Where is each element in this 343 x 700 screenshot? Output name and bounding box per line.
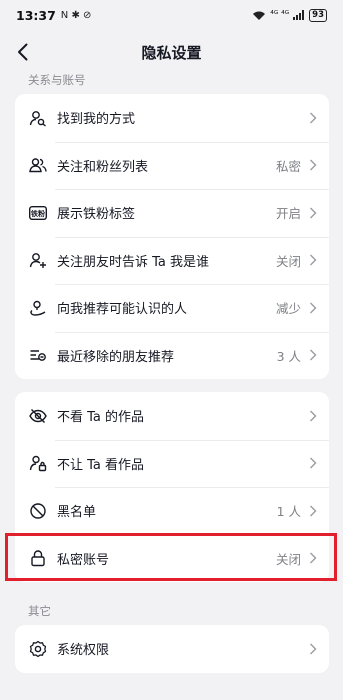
row-hide-their-works[interactable]: 不看 Ta 的作品 bbox=[15, 392, 329, 440]
person-search-icon bbox=[29, 109, 47, 127]
chevron-right-icon bbox=[310, 410, 317, 422]
row-label: 找到我的方式 bbox=[57, 112, 136, 128]
badge-text: 铁粉 bbox=[31, 209, 45, 218]
row-tell-who-i-am[interactable]: 关注朋友时告诉 Ta 我是谁 关闭 bbox=[15, 236, 329, 285]
row-private-account[interactable]: 私密账号 关闭 bbox=[15, 534, 329, 583]
relations-card: 找到我的方式 关注和粉丝列表 私密 铁粉 展示铁粉标签 开启 关注朋友时告诉 T… bbox=[15, 94, 329, 379]
row-label: 关注朋友时告诉 Ta 我是谁 bbox=[57, 254, 210, 270]
row-removed-recommendations[interactable]: 最近移除的朋友推荐 3 人 bbox=[15, 331, 329, 380]
row-value: 开启 bbox=[275, 206, 301, 222]
row-label: 展示铁粉标签 bbox=[57, 207, 136, 223]
people-icon bbox=[29, 156, 47, 174]
eye-off-icon bbox=[29, 407, 47, 425]
chevron-right-icon bbox=[310, 159, 317, 171]
row-value: 3 人 bbox=[276, 348, 301, 364]
row-blacklist[interactable]: 黑名单 1 人 bbox=[15, 487, 329, 535]
page-title: 隐私设置 bbox=[141, 43, 202, 62]
row-label: 系统权限 bbox=[57, 643, 110, 659]
lock-icon bbox=[29, 549, 47, 567]
person-lock-icon bbox=[29, 454, 47, 472]
status-notification-icons: N ✱ ⊘ bbox=[60, 9, 92, 21]
row-label: 最近移除的朋友推荐 bbox=[57, 349, 175, 365]
wifi-icon bbox=[253, 11, 266, 20]
chevron-right-icon bbox=[310, 112, 317, 124]
signal-bars-icon bbox=[293, 10, 305, 20]
chevron-right-icon bbox=[310, 505, 317, 517]
row-system-permissions[interactable]: 系统权限 bbox=[15, 625, 329, 673]
status-time: 13:37 bbox=[16, 7, 56, 23]
list-remove-icon bbox=[29, 346, 47, 364]
row-value: 关闭 bbox=[275, 551, 301, 567]
chevron-right-icon bbox=[310, 457, 317, 469]
row-recommend-people[interactable]: 向我推荐可能认识的人 减少 bbox=[15, 284, 329, 332]
row-label: 不看 Ta 的作品 bbox=[57, 410, 145, 426]
back-button[interactable] bbox=[10, 38, 34, 66]
row-find-me[interactable]: 找到我的方式 bbox=[15, 94, 329, 142]
block-icon bbox=[29, 502, 47, 520]
signal-icon: ⁴ᴳ ⁴ᴳ bbox=[270, 10, 290, 20]
row-follow-fans-list[interactable]: 关注和粉丝列表 私密 bbox=[15, 141, 329, 190]
other-card: 系统权限 bbox=[15, 625, 329, 673]
chevron-right-icon bbox=[310, 302, 317, 314]
row-value: 关闭 bbox=[275, 253, 301, 269]
row-iron-fan-badge[interactable]: 铁粉 展示铁粉标签 开启 bbox=[15, 189, 329, 237]
visibility-card: 不看 Ta 的作品 不让 Ta 看作品 黑名单 1 人 私密账号 关闭 bbox=[15, 392, 329, 582]
person-location-icon bbox=[29, 299, 47, 317]
row-value: 减少 bbox=[275, 301, 301, 317]
row-label: 关注和粉丝列表 bbox=[57, 159, 149, 175]
chevron-left-icon bbox=[17, 43, 27, 61]
iron-fan-badge-icon: 铁粉 bbox=[29, 204, 47, 222]
nav-bar: 隐私设置 bbox=[0, 30, 343, 74]
chevron-right-icon bbox=[310, 643, 317, 655]
row-label: 黑名单 bbox=[57, 505, 97, 521]
row-value: 私密 bbox=[275, 158, 301, 174]
row-value: 1 人 bbox=[276, 504, 301, 520]
person-add-icon bbox=[29, 251, 47, 269]
row-label: 不让 Ta 看作品 bbox=[57, 457, 145, 473]
chevron-right-icon bbox=[310, 552, 317, 564]
battery-icon: 93 bbox=[309, 8, 327, 22]
status-bar: 13:37 N ✱ ⊘ ⁴ᴳ ⁴ᴳ 93 bbox=[0, 0, 343, 30]
row-label: 向我推荐可能认识的人 bbox=[57, 302, 188, 318]
row-block-viewing[interactable]: 不让 Ta 看作品 bbox=[15, 439, 329, 488]
chevron-right-icon bbox=[310, 349, 317, 361]
chevron-right-icon bbox=[310, 207, 317, 219]
section-label-relations: 关系与账号 bbox=[28, 73, 86, 87]
section-label-other: 其它 bbox=[28, 604, 51, 618]
chevron-right-icon bbox=[310, 254, 317, 266]
row-label: 私密账号 bbox=[57, 552, 110, 568]
gear-icon bbox=[29, 640, 47, 658]
